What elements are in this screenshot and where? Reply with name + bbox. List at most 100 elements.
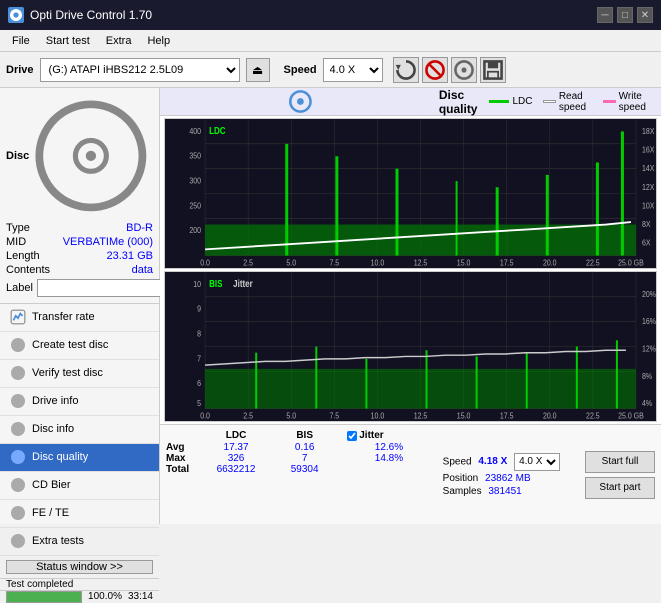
sidebar-item-verify-test-disc[interactable]: Verify test disc [0,360,159,388]
chart-legend: LDC Read speed Write speed [489,91,653,113]
position-value: 23862 MB [485,473,531,484]
avg-row: Avg 17.37 0.16 12.6% [166,442,435,453]
drive-info-icon [10,393,26,409]
menu-starttest[interactable]: Start test [38,33,98,49]
sidebar-item-drive-info-label: Drive info [32,395,78,407]
total-ldc: 6632212 [196,464,276,475]
speed-stat-label: Speed [443,456,472,467]
sidebar-item-extra-tests-label: Extra tests [32,535,84,547]
svg-text:6X: 6X [642,238,651,248]
label-label: Label [6,282,33,294]
app-title: Opti Drive Control 1.70 [30,8,152,22]
type-value: BD-R [126,222,153,234]
disc-info-icon [10,421,26,437]
menu-extra[interactable]: Extra [98,33,140,49]
legend-ldc-label: LDC [512,96,532,107]
disc-header: Disc [6,94,153,218]
menu-file[interactable]: File [4,33,38,49]
status-text: Test completed [6,579,73,590]
svg-text:5: 5 [197,398,201,408]
disc-quality-title: Disc quality [439,88,478,116]
close-button[interactable]: ✕ [637,7,653,23]
status-window-button[interactable]: Status window >> [6,560,153,574]
svg-text:20.0: 20.0 [543,411,557,421]
legend-write-label: Write speed [619,91,653,113]
maximize-button[interactable]: □ [617,7,633,23]
max-jitter: 14.8% [343,453,434,464]
total-bis: 59304 [276,464,333,475]
type-label: Type [6,222,30,234]
speed-select[interactable]: 4.0 X 1.0 X 2.0 X 6.0 X 8.0 X [323,58,383,82]
contents-label: Contents [6,264,50,276]
sidebar-item-transfer-rate[interactable]: Transfer rate [0,304,159,332]
svg-text:25.0 GB: 25.0 GB [618,411,644,421]
ldc-color-swatch [489,100,509,103]
menu-help[interactable]: Help [139,33,178,49]
max-row: Max 326 7 14.8% [166,453,435,464]
disc-quality-icon [10,449,26,465]
svg-text:5.0: 5.0 [286,258,296,268]
sidebar-item-disc-quality[interactable]: Disc quality [0,444,159,472]
mid-value: VERBATIMe (000) [63,236,153,248]
svg-text:12.5: 12.5 [414,258,428,268]
svg-text:8%: 8% [642,371,652,381]
svg-text:2.5: 2.5 [243,258,253,268]
sidebar-item-drive-info[interactable]: Drive info [0,388,159,416]
write-color-swatch [603,100,616,103]
svg-text:10.0: 10.0 [371,411,385,421]
svg-text:17.5: 17.5 [500,258,514,268]
samples-value: 381451 [488,486,521,497]
speed-stat-select[interactable]: 4.0 X [514,453,560,471]
label-input[interactable] [37,279,175,297]
transfer-rate-icon [10,309,26,325]
ldc-chart: 400 350 300 250 200 18X 16X 14X 12X 10X … [164,118,657,269]
disc-button[interactable] [451,57,477,83]
titlebar-controls: ─ □ ✕ [597,7,653,23]
svg-text:2.5: 2.5 [243,411,253,421]
refresh-button[interactable] [393,57,419,83]
svg-text:7: 7 [197,354,201,364]
contents-value: data [132,264,153,276]
svg-text:350: 350 [189,151,201,161]
total-row: Total 6632212 59304 [166,464,435,475]
progress-bar-area: 100.0% 33:14 [0,590,159,603]
jitter-checkbox[interactable] [347,431,357,441]
drive-toolbar [393,57,506,83]
svg-text:15.0: 15.0 [457,411,471,421]
read-color-swatch [543,100,556,103]
sidebar-item-verify-test-disc-label: Verify test disc [32,367,103,379]
stats-table-section: LDC BIS Jitter [166,429,435,520]
disc-mid-row: MID VERBATIMe (000) [6,236,153,248]
drive-select[interactable]: (G:) ATAPI iHBS212 2.5L09 [40,58,240,82]
avg-label: Avg [166,442,196,453]
position-row: Position 23862 MB [443,473,577,484]
sidebar-item-create-test-disc[interactable]: Create test disc [0,332,159,360]
svg-text:4%: 4% [642,398,652,408]
start-part-button[interactable]: Start part [585,477,655,499]
legend-read-label: Read speed [559,91,593,113]
sidebar: Disc Type BD-R MID VERBATIMe (000) Lengt… [0,88,160,524]
eject-button[interactable]: ⏏ [246,58,270,82]
minimize-button[interactable]: ─ [597,7,613,23]
jitter-col-header: Jitter [343,429,434,442]
disc-type-row: Type BD-R [6,222,153,234]
sidebar-item-extra-tests[interactable]: Extra tests [0,528,159,556]
speed-stat-value: 4.18 X [478,456,507,467]
sidebar-item-cd-bier[interactable]: CD Bier [0,472,159,500]
drivebar: Drive (G:) ATAPI iHBS212 2.5L09 ⏏ Speed … [0,52,661,88]
sidebar-item-fe-te-label: FE / TE [32,507,69,519]
sidebar-item-disc-info[interactable]: Disc info [0,416,159,444]
speed-label: Speed [284,64,317,76]
svg-text:22.5: 22.5 [586,411,600,421]
start-full-button[interactable]: Start full [585,451,655,473]
bis-chart: 10 9 8 7 6 5 20% 16% 12% 8% 4% 0.0 2.5 5… [164,271,657,422]
fe-te-icon [10,505,26,521]
save-button[interactable] [480,57,506,83]
stop-button[interactable] [422,57,448,83]
svg-text:12X: 12X [642,182,655,192]
svg-text:7.5: 7.5 [329,411,339,421]
avg-ldc: 17.37 [196,442,276,453]
svg-text:25.0 GB: 25.0 GB [618,258,644,268]
sidebar-nav: Transfer rate Create test disc Verify te… [0,304,159,556]
time-text: 33:14 [128,591,153,602]
